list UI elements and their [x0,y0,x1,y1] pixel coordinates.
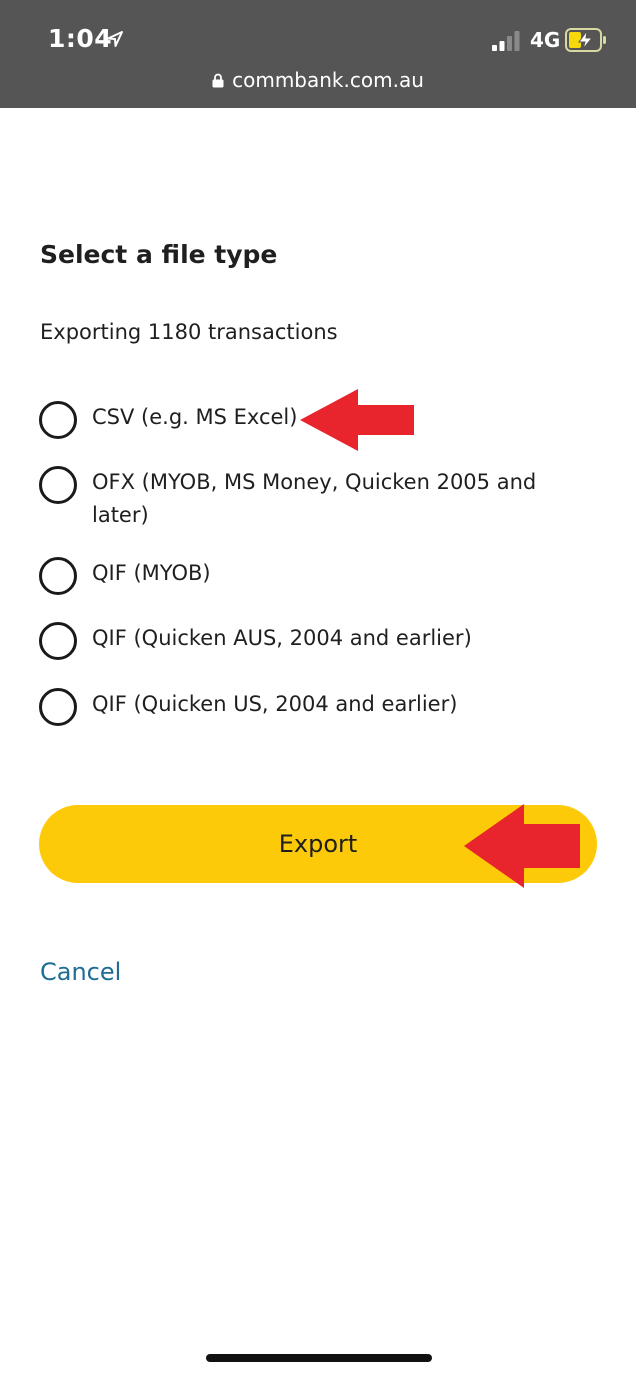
lock-icon [212,73,224,88]
annotation-arrow-icon [300,389,414,451]
status-bar: 1:04 4G commbank.com.au [0,0,636,108]
radio-button[interactable] [39,557,77,595]
radio-button[interactable] [39,466,77,504]
option-label: QIF (Quicken US, 2004 and earlier) [92,692,458,716]
url-bar[interactable]: commbank.com.au [0,68,636,92]
transaction-count-text: Exporting 1180 transactions [40,320,338,344]
option-label: OFX (MYOB, MS Money, Quicken 2005 and la… [92,470,537,527]
page-title: Select a file type [40,240,278,269]
signal-bars-icon [492,31,520,51]
file-type-option-qif-us[interactable]: QIF (Quicken US, 2004 and earlier) [39,688,572,726]
page: 1:04 4G commbank.com.au Select a file ty… [0,0,636,1375]
home-indicator [206,1354,432,1362]
cancel-link[interactable]: Cancel [40,958,121,986]
annotation-arrow-icon [464,804,580,888]
file-type-option-ofx[interactable]: OFX (MYOB, MS Money, Quicken 2005 and la… [39,466,572,532]
battery-charging-icon [565,28,606,52]
option-label: QIF (MYOB) [92,561,211,585]
url-text: commbank.com.au [232,68,424,92]
radio-button[interactable] [39,622,77,660]
location-arrow-icon [107,31,123,47]
status-time: 1:04 [48,24,113,53]
radio-button[interactable] [39,688,77,726]
file-type-option-qif-myob[interactable]: QIF (MYOB) [39,557,572,595]
file-type-option-qif-aus[interactable]: QIF (Quicken AUS, 2004 and earlier) [39,622,572,660]
option-label: QIF (Quicken AUS, 2004 and earlier) [92,626,472,650]
network-label: 4G [530,28,561,52]
radio-button[interactable] [39,401,77,439]
